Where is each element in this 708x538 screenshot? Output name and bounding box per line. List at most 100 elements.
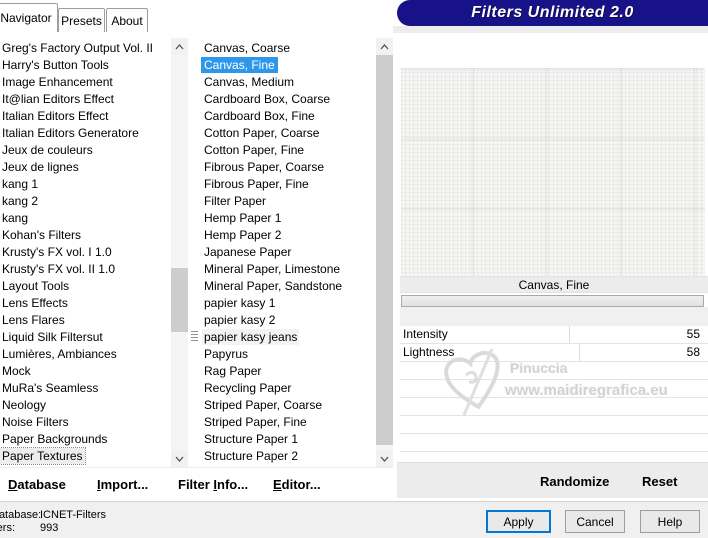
category-list-item[interactable]: Image Enhancement: [2, 74, 113, 90]
filter-list-scrollbar[interactable]: [376, 38, 393, 467]
category-list-item[interactable]: Jeux de lignes: [2, 159, 79, 175]
slider-label: Lightness: [403, 345, 455, 359]
chevron-up-icon: [175, 43, 184, 49]
grip-icon: [191, 330, 198, 341]
filter-count-label: Filters:: [0, 522, 15, 534]
filter-preview: [401, 68, 705, 277]
randomize-button[interactable]: Randomize: [540, 474, 609, 489]
category-list-item[interactable]: MuRa's Seamless: [2, 380, 98, 396]
category-list-item[interactable]: Paper Backgrounds: [2, 431, 107, 447]
title-banner-text: Filters Unlimited 2.0: [471, 4, 634, 21]
filter-list-item[interactable]: Structure Paper 2: [204, 448, 298, 464]
category-list-item[interactable]: Harry's Button Tools: [2, 57, 109, 73]
empty-slider-row: [400, 362, 708, 380]
scrollbar-thumb[interactable]: [376, 55, 393, 445]
scrollbar-thumb[interactable]: [171, 268, 188, 332]
filter-list-item[interactable]: Canvas, Coarse: [204, 40, 290, 56]
filter-list-item[interactable]: papier kasy 1: [204, 295, 275, 311]
slider-value: 58: [686, 345, 700, 359]
category-list-item[interactable]: Greg's Factory Output Vol. II: [2, 40, 153, 56]
filter-list-item[interactable]: Recycling Paper: [204, 380, 291, 396]
category-list-item[interactable]: Lens Effects: [2, 295, 68, 311]
apply-button[interactable]: Apply: [486, 510, 551, 533]
banner-underline-strip: [393, 26, 708, 33]
tab-navigator[interactable]: Navigator: [0, 3, 58, 32]
category-list-item[interactable]: Krusty's FX vol. I 1.0: [2, 244, 112, 260]
filter-list-item[interactable]: Cotton Paper, Coarse: [204, 125, 319, 141]
filter-list-item[interactable]: Structure Paper 1: [204, 431, 298, 447]
filter-list-item[interactable]: Canvas, Medium: [204, 74, 294, 90]
database-status-value: ICNET-Filters: [40, 509, 106, 521]
editor-button[interactable]: Editor...: [273, 477, 321, 492]
help-button[interactable]: Help: [640, 510, 700, 533]
category-list-item[interactable]: Lens Flares: [2, 312, 65, 328]
filter-list-item[interactable]: Hemp Paper 1: [204, 210, 281, 226]
category-list-item[interactable]: Italian Editors Effect: [2, 108, 109, 124]
category-list-item[interactable]: Noise Filters: [2, 414, 69, 430]
tab-about[interactable]: About: [106, 8, 148, 32]
slider-position-marker[interactable]: [578, 344, 580, 361]
category-list-item[interactable]: Italian Editors Generatore: [2, 125, 139, 141]
scroll-up-button[interactable]: [376, 38, 393, 55]
empty-slider-row: [400, 434, 708, 452]
filter-list-item[interactable]: Hemp Paper 2: [204, 227, 281, 243]
category-list-item[interactable]: Kohan's Filters: [2, 227, 81, 243]
slider-value: 55: [686, 327, 700, 341]
category-list-item[interactable]: kang 2: [2, 193, 38, 209]
category-list-item[interactable]: It@lian Editors Effect: [2, 91, 114, 107]
category-list-item[interactable]: Jeux de couleurs: [2, 142, 93, 158]
tab-presets[interactable]: Presets: [58, 8, 105, 32]
filter-list-item[interactable]: Cardboard Box, Coarse: [204, 91, 330, 107]
category-list-item[interactable]: Lumières, Ambiances: [2, 346, 117, 362]
category-list-item[interactable]: kang 1: [2, 176, 38, 192]
filter-list-item[interactable]: papier kasy jeans: [202, 329, 300, 345]
filters-unlimited-window: Navigator Presets About Filters Unlimite…: [0, 0, 708, 538]
slider-label: Intensity: [403, 327, 448, 341]
filter-list-item[interactable]: Cotton Paper, Fine: [204, 142, 304, 158]
category-list-item[interactable]: Paper Textures: [0, 447, 86, 465]
database-status-label: Database:: [0, 509, 42, 521]
filter-list-item[interactable]: Canvas, Fine: [201, 57, 278, 73]
filter-info-button[interactable]: Filter Info...: [178, 477, 248, 492]
category-list-item[interactable]: Krusty's FX vol. II 1.0: [2, 261, 115, 277]
scroll-down-button[interactable]: [376, 450, 393, 467]
category-list-scrollbar[interactable]: [171, 38, 188, 467]
category-list-item[interactable]: Neology: [2, 397, 46, 413]
slider-position-marker[interactable]: [569, 326, 571, 343]
filter-list-item[interactable]: Striped Paper, Coarse: [204, 397, 322, 413]
chevron-down-icon: [380, 456, 389, 462]
filter-list-item[interactable]: Fibrous Paper, Fine: [204, 176, 309, 192]
menu-bar: Database Import... Filter Info... Editor...: [0, 467, 393, 502]
filter-list-item[interactable]: Striped Paper, Fine: [204, 414, 307, 430]
empty-slider-row: [400, 398, 708, 416]
category-list[interactable]: Greg's Factory Output Vol. II Harry's But…: [0, 38, 188, 467]
progress-bar: [401, 295, 704, 307]
filter-list-item[interactable]: Cardboard Box, Fine: [204, 108, 315, 124]
cancel-button[interactable]: Cancel: [565, 510, 625, 533]
empty-slider-row: [400, 416, 708, 434]
filter-list-item[interactable]: Papyrus: [204, 346, 248, 362]
scroll-up-button[interactable]: [171, 38, 188, 55]
category-list-item[interactable]: Mock: [2, 363, 31, 379]
status-bar: Database: ICNET-Filters Filters: 993 App…: [0, 501, 708, 538]
filter-list-item[interactable]: Fibrous Paper, Coarse: [204, 159, 324, 175]
parameter-sliders: Intensity 55 Lightness 58: [400, 326, 708, 452]
filter-list-item[interactable]: Mineral Paper, Sandstone: [204, 278, 342, 294]
filter-list-item[interactable]: Rag Paper: [204, 363, 261, 379]
scroll-down-button[interactable]: [171, 450, 188, 467]
filter-list[interactable]: Canvas, Coarse Canvas, Fine Canvas, Medium…: [191, 38, 393, 467]
reset-button[interactable]: Reset: [642, 474, 677, 489]
category-list-item[interactable]: Layout Tools: [2, 278, 69, 294]
filter-list-item[interactable]: papier kasy 2: [204, 312, 275, 328]
filter-list-item[interactable]: Filter Paper: [204, 193, 266, 209]
category-list-item[interactable]: Liquid Silk Filtersut: [2, 329, 103, 345]
import-button[interactable]: Import...: [97, 477, 148, 492]
randomize-band: Randomize Reset: [397, 462, 708, 498]
category-list-item[interactable]: kang: [2, 210, 28, 226]
filter-list-item[interactable]: Japanese Paper: [204, 244, 291, 260]
filter-count-value: 993: [40, 522, 59, 534]
slider-row[interactable]: Intensity 55: [400, 326, 708, 344]
database-button[interactable]: Database: [8, 477, 66, 492]
slider-row[interactable]: Lightness 58: [400, 344, 708, 362]
filter-list-item[interactable]: Mineral Paper, Limestone: [204, 261, 340, 277]
